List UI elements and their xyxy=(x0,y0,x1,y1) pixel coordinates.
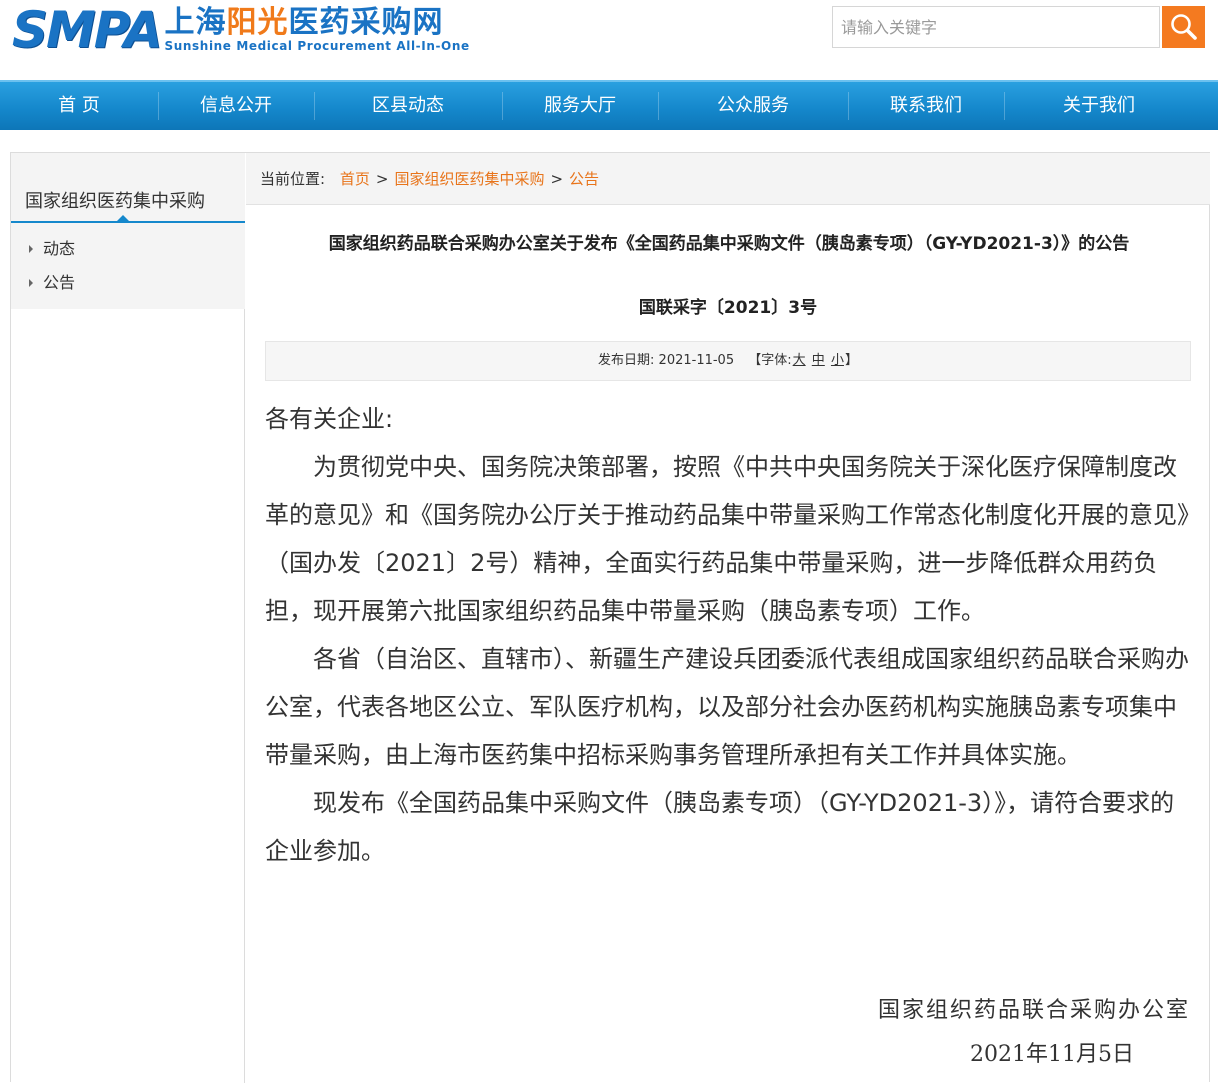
logo-chinese-name: 上海阳光医药采购网 xyxy=(165,7,470,39)
sidebar-menu: 动态 公告 xyxy=(11,223,245,309)
breadcrumb-separator: > xyxy=(550,170,564,188)
breadcrumb-current[interactable]: 公告 xyxy=(569,170,599,188)
nav-item-home[interactable]: 首 页 xyxy=(0,82,158,130)
signature-date: 2021年11月5日 xyxy=(970,1042,1134,1067)
font-size-label-close: 】 xyxy=(844,353,858,368)
font-size-medium-link[interactable]: 中 xyxy=(812,353,825,368)
font-size-label: 【字体: xyxy=(748,353,792,368)
article-paragraph: 各省（自治区、直辖市）、新疆生产建设兵团委派代表组成国家组织药品联合采购办公室，… xyxy=(265,645,1189,769)
sidebar-header: 国家组织医药集中采购 xyxy=(11,153,245,223)
publish-date-label: 发布日期: xyxy=(598,353,655,368)
article-info-bar: 发布日期: 2021-11-05 【字体:大 中 小】 xyxy=(265,341,1191,381)
search-input[interactable] xyxy=(833,7,1159,47)
font-size-large-link[interactable]: 大 xyxy=(793,353,806,368)
sidebar-item-news[interactable]: 动态 xyxy=(11,235,245,269)
nav-item-district-news[interactable]: 区县动态 xyxy=(314,82,502,130)
caret-right-icon xyxy=(29,245,33,253)
logo-cn-part1: 上海 xyxy=(164,5,227,40)
article-paragraph: 为贯彻党中央、国务院决策部署，按照《中共中央国务院关于深化医疗保障制度改革的意见… xyxy=(265,453,1189,625)
breadcrumb-prefix: 当前位置: xyxy=(260,170,326,188)
nav-item-about-us[interactable]: 关于我们 xyxy=(1004,82,1194,130)
caret-right-icon xyxy=(29,279,33,287)
sidebar-title: 国家组织医药集中采购 xyxy=(25,191,205,212)
logo-cn-part3: 医药采购网 xyxy=(288,5,444,40)
breadcrumb-separator: > xyxy=(375,170,389,188)
nav-item-info-disclosure[interactable]: 信息公开 xyxy=(158,82,314,130)
font-size-small-link[interactable]: 小 xyxy=(831,353,844,368)
search-box xyxy=(832,6,1160,48)
search-button[interactable] xyxy=(1162,6,1205,48)
site-header: SMPA 上海阳光医药采购网 Sunshine Medical Procurem… xyxy=(0,0,1218,80)
main-nav: 首 页 信息公开 区县动态 服务大厅 公众服务 联系我们 关于我们 xyxy=(0,80,1218,130)
document-number: 国联采字〔2021〕3号 xyxy=(638,298,818,318)
breadcrumb: 当前位置: 首页 > 国家组织医药集中采购 > 公告 xyxy=(246,153,1210,205)
article-paragraph: 现发布《全国药品集中采购文件（胰岛素专项）（GY-YD2021-3）》，请符合要… xyxy=(265,789,1175,865)
sidebar-item-label: 动态 xyxy=(43,239,76,258)
search-icon xyxy=(1170,14,1197,40)
logo-cn-part2: 阳光 xyxy=(226,5,289,40)
signature-organization: 国家组织药品联合采购办公室 xyxy=(877,998,1190,1023)
content-area: 当前位置: 首页 > 国家组织医药集中采购 > 公告 国家组织药品联合采购办公室关于发布… xyxy=(246,153,1210,1083)
breadcrumb-home[interactable]: 首页 xyxy=(340,170,370,188)
article-body: 各有关企业: 为贯彻党中央、国务院决策部署，按照《中共中央国务院关于深化医疗保障… xyxy=(265,395,1191,875)
sidebar-item-label: 公告 xyxy=(43,273,76,292)
breadcrumb-category[interactable]: 国家组织医药集中采购 xyxy=(394,170,544,188)
main-container: 国家组织医药集中采购 动态 公告 当前位置: 首页 > 国家组织医药集中采购 > 公告 … xyxy=(10,152,1210,1083)
article-signature: 国家组织药品联合采购办公室 2021年11月5日 xyxy=(878,989,1190,1077)
nav-item-public-service[interactable]: 公众服务 xyxy=(658,82,848,130)
site-logo[interactable]: SMPA 上海阳光医药采购网 Sunshine Medical Procurem… xyxy=(12,2,470,58)
publish-date: 2021-11-05 xyxy=(658,353,735,368)
nav-item-service-hall[interactable]: 服务大厅 xyxy=(502,82,658,130)
sidebar-item-announcements[interactable]: 公告 xyxy=(11,269,245,303)
nav-item-contact-us[interactable]: 联系我们 xyxy=(848,82,1004,130)
logo-text: 上海阳光医药采购网 Sunshine Medical Procurement A… xyxy=(164,7,470,54)
sidebar: 国家组织医药集中采购 动态 公告 xyxy=(11,153,245,1083)
article-title: 国家组织药品联合采购办公室关于发布《全国药品集中采购文件（胰岛素专项）（GY-Y… xyxy=(328,234,1130,254)
logo-english-name: Sunshine Medical Procurement All-In-One xyxy=(164,39,470,53)
logo-mark: SMPA xyxy=(12,1,163,59)
article-salutation: 各有关企业: xyxy=(265,405,394,433)
